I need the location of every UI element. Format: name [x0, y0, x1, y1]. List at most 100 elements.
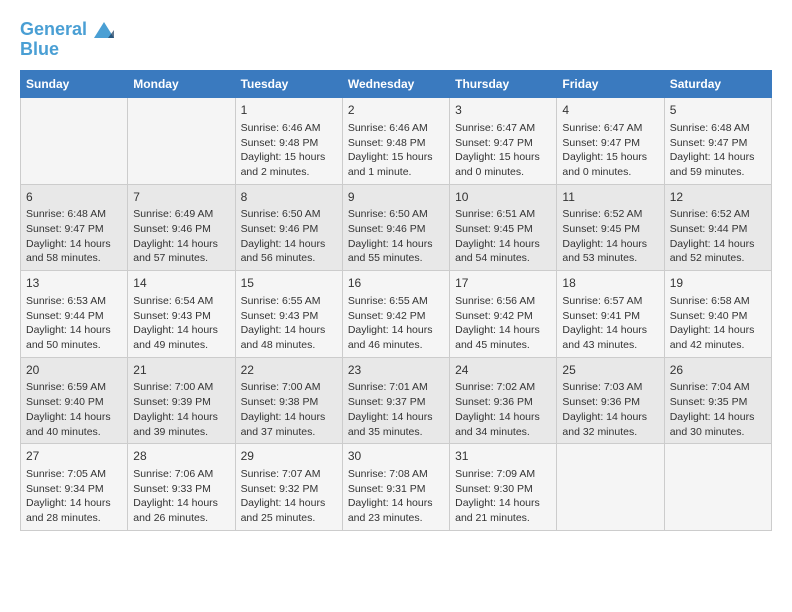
day-info: Sunrise: 6:59 AM Sunset: 9:40 PM Dayligh… — [26, 380, 122, 439]
day-cell: 7Sunrise: 6:49 AM Sunset: 9:46 PM Daylig… — [128, 184, 235, 271]
day-cell — [557, 444, 664, 531]
day-number: 2 — [348, 102, 444, 119]
day-number: 17 — [455, 275, 551, 292]
day-number: 7 — [133, 189, 229, 206]
day-info: Sunrise: 6:49 AM Sunset: 9:46 PM Dayligh… — [133, 207, 229, 266]
day-info: Sunrise: 6:48 AM Sunset: 9:47 PM Dayligh… — [26, 207, 122, 266]
day-number: 26 — [670, 362, 766, 379]
day-number: 23 — [348, 362, 444, 379]
week-row-3: 13 Sunrise: 6:53 AM Sunset: 9:44 PM Dayli… — [21, 271, 772, 358]
day-info: Sunrise: 7:09 AM Sunset: 9:30 PM Dayligh… — [455, 467, 551, 526]
day-number: 16 — [348, 275, 444, 292]
day-cell: 17 Sunrise: 6:56 AM Sunset: 9:42 PM Dayli… — [450, 271, 557, 358]
day-info: Sunrise: 7:03 AM Sunset: 9:36 PM Dayligh… — [562, 380, 658, 439]
day-info: Sunrise: 7:00 AM Sunset: 9:38 PM Dayligh… — [241, 380, 337, 439]
calendar-table: SundayMondayTuesdayWednesdayThursdayFrid… — [20, 70, 772, 531]
logo-text: General — [20, 20, 114, 40]
day-cell: 31 Sunrise: 7:09 AM Sunset: 9:30 PM Dayli… — [450, 444, 557, 531]
day-number: 12 — [670, 189, 766, 206]
day-info: Sunrise: 6:50 AM Sunset: 9:46 PM Dayligh… — [241, 207, 337, 266]
day-cell: 19Sunrise: 6:58 AM Sunset: 9:40 PM Dayli… — [664, 271, 771, 358]
day-cell: 18 Sunrise: 6:57 AM Sunset: 9:41 PM Dayli… — [557, 271, 664, 358]
day-cell: 27 Sunrise: 7:05 AM Sunset: 9:34 PM Dayli… — [21, 444, 128, 531]
day-info: Sunrise: 6:53 AM Sunset: 9:44 PM Dayligh… — [26, 294, 122, 353]
day-info: Sunrise: 6:58 AM Sunset: 9:40 PM Dayligh… — [670, 294, 766, 353]
day-cell: 20Sunrise: 6:59 AM Sunset: 9:40 PM Dayli… — [21, 357, 128, 444]
day-cell — [664, 444, 771, 531]
day-number: 20 — [26, 362, 122, 379]
day-cell: 24Sunrise: 7:02 AM Sunset: 9:36 PM Dayli… — [450, 357, 557, 444]
day-info: Sunrise: 6:48 AM Sunset: 9:47 PM Dayligh… — [670, 121, 766, 180]
day-number: 14 — [133, 275, 229, 292]
day-cell: 11Sunrise: 6:52 AM Sunset: 9:45 PM Dayli… — [557, 184, 664, 271]
day-info: Sunrise: 6:56 AM Sunset: 9:42 PM Dayligh… — [455, 294, 551, 353]
day-cell: 2 Sunrise: 6:46 AM Sunset: 9:48 PM Daylig… — [342, 98, 449, 185]
day-number: 10 — [455, 189, 551, 206]
day-number: 25 — [562, 362, 658, 379]
day-cell: 14 Sunrise: 6:54 AM Sunset: 9:43 PM Dayli… — [128, 271, 235, 358]
day-number: 1 — [241, 102, 337, 119]
header-saturday: Saturday — [664, 71, 771, 98]
day-cell — [128, 98, 235, 185]
day-info: Sunrise: 6:51 AM Sunset: 9:45 PM Dayligh… — [455, 207, 551, 266]
day-info: Sunrise: 6:50 AM Sunset: 9:46 PM Dayligh… — [348, 207, 444, 266]
day-info: Sunrise: 7:04 AM Sunset: 9:35 PM Dayligh… — [670, 380, 766, 439]
day-info: Sunrise: 7:07 AM Sunset: 9:32 PM Dayligh… — [241, 467, 337, 526]
day-cell: 8Sunrise: 6:50 AM Sunset: 9:46 PM Daylig… — [235, 184, 342, 271]
week-row-5: 27 Sunrise: 7:05 AM Sunset: 9:34 PM Dayli… — [21, 444, 772, 531]
day-info: Sunrise: 6:55 AM Sunset: 9:43 PM Dayligh… — [241, 294, 337, 353]
day-info: Sunrise: 6:46 AM Sunset: 9:48 PM Dayligh… — [348, 121, 444, 180]
day-number: 8 — [241, 189, 337, 206]
day-cell: 3 Sunrise: 6:47 AM Sunset: 9:47 PM Daylig… — [450, 98, 557, 185]
day-info: Sunrise: 6:55 AM Sunset: 9:42 PM Dayligh… — [348, 294, 444, 353]
day-number: 18 — [562, 275, 658, 292]
day-cell: 28Sunrise: 7:06 AM Sunset: 9:33 PM Dayli… — [128, 444, 235, 531]
day-number: 22 — [241, 362, 337, 379]
day-number: 27 — [26, 448, 122, 465]
day-cell: 23Sunrise: 7:01 AM Sunset: 9:37 PM Dayli… — [342, 357, 449, 444]
day-number: 30 — [348, 448, 444, 465]
day-info: Sunrise: 6:47 AM Sunset: 9:47 PM Dayligh… — [455, 121, 551, 180]
day-cell: 6Sunrise: 6:48 AM Sunset: 9:47 PM Daylig… — [21, 184, 128, 271]
day-cell: 25Sunrise: 7:03 AM Sunset: 9:36 PM Dayli… — [557, 357, 664, 444]
day-cell: 16 Sunrise: 6:55 AM Sunset: 9:42 PM Dayli… — [342, 271, 449, 358]
day-number: 11 — [562, 189, 658, 206]
day-cell: 4Sunrise: 6:47 AM Sunset: 9:47 PM Daylig… — [557, 98, 664, 185]
day-info: Sunrise: 6:46 AM Sunset: 9:48 PM Dayligh… — [241, 121, 337, 180]
header-monday: Monday — [128, 71, 235, 98]
day-number: 28 — [133, 448, 229, 465]
day-info: Sunrise: 6:47 AM Sunset: 9:47 PM Dayligh… — [562, 121, 658, 180]
day-cell: 30 Sunrise: 7:08 AM Sunset: 9:31 PM Dayli… — [342, 444, 449, 531]
day-cell: 21Sunrise: 7:00 AM Sunset: 9:39 PM Dayli… — [128, 357, 235, 444]
day-number: 31 — [455, 448, 551, 465]
day-cell: 9Sunrise: 6:50 AM Sunset: 9:46 PM Daylig… — [342, 184, 449, 271]
header-friday: Friday — [557, 71, 664, 98]
logo: General Blue — [20, 20, 114, 60]
week-row-1: 1 Sunrise: 6:46 AM Sunset: 9:48 PM Daylig… — [21, 98, 772, 185]
day-number: 29 — [241, 448, 337, 465]
day-info: Sunrise: 6:54 AM Sunset: 9:43 PM Dayligh… — [133, 294, 229, 353]
day-number: 5 — [670, 102, 766, 119]
calendar-header-row: SundayMondayTuesdayWednesdayThursdayFrid… — [21, 71, 772, 98]
week-row-4: 20Sunrise: 6:59 AM Sunset: 9:40 PM Dayli… — [21, 357, 772, 444]
day-info: Sunrise: 7:05 AM Sunset: 9:34 PM Dayligh… — [26, 467, 122, 526]
day-number: 13 — [26, 275, 122, 292]
day-cell: 15 Sunrise: 6:55 AM Sunset: 9:43 PM Dayli… — [235, 271, 342, 358]
day-cell: 1 Sunrise: 6:46 AM Sunset: 9:48 PM Daylig… — [235, 98, 342, 185]
day-info: Sunrise: 6:57 AM Sunset: 9:41 PM Dayligh… — [562, 294, 658, 353]
week-row-2: 6Sunrise: 6:48 AM Sunset: 9:47 PM Daylig… — [21, 184, 772, 271]
day-number: 9 — [348, 189, 444, 206]
day-number: 3 — [455, 102, 551, 119]
day-info: Sunrise: 7:01 AM Sunset: 9:37 PM Dayligh… — [348, 380, 444, 439]
day-info: Sunrise: 7:08 AM Sunset: 9:31 PM Dayligh… — [348, 467, 444, 526]
day-number: 21 — [133, 362, 229, 379]
day-number: 15 — [241, 275, 337, 292]
header-thursday: Thursday — [450, 71, 557, 98]
day-cell: 12Sunrise: 6:52 AM Sunset: 9:44 PM Dayli… — [664, 184, 771, 271]
day-cell: 5 Sunrise: 6:48 AM Sunset: 9:47 PM Daylig… — [664, 98, 771, 185]
day-info: Sunrise: 7:00 AM Sunset: 9:39 PM Dayligh… — [133, 380, 229, 439]
day-info: Sunrise: 6:52 AM Sunset: 9:45 PM Dayligh… — [562, 207, 658, 266]
day-cell — [21, 98, 128, 185]
day-cell: 22Sunrise: 7:00 AM Sunset: 9:38 PM Dayli… — [235, 357, 342, 444]
day-number: 24 — [455, 362, 551, 379]
